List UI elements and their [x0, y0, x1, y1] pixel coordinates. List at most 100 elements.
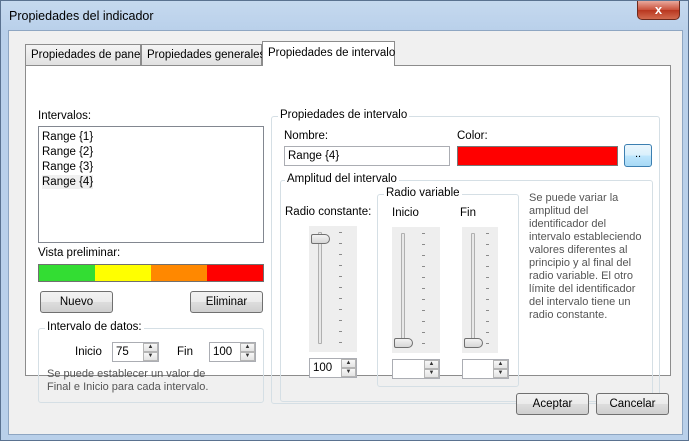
slider-tick — [486, 244, 489, 245]
list-item[interactable]: Range {2} — [42, 145, 93, 159]
preview-segment — [207, 265, 263, 281]
slider-tick — [486, 266, 489, 267]
slider-thumb[interactable] — [464, 338, 483, 348]
color-picker-button[interactable]: .. — [624, 144, 652, 167]
slider-tick — [339, 265, 342, 266]
color-swatch — [457, 146, 618, 166]
new-button[interactable]: Nuevo — [40, 291, 113, 313]
variable-end-stepper[interactable]: ▲ ▼ — [462, 359, 509, 379]
preview-color-bar — [38, 264, 264, 282]
slider-tick — [339, 232, 342, 233]
end-value: 100 — [213, 346, 233, 358]
amplitude-note-line: Se puede variar la — [529, 192, 619, 204]
variable-start-slider[interactable] — [392, 227, 440, 353]
spin-down-icon[interactable]: ▼ — [493, 369, 508, 378]
slider-thumb[interactable] — [394, 338, 413, 348]
constant-radius-stepper[interactable]: 100 ▲ ▼ — [309, 358, 357, 378]
list-item[interactable]: Range {1} — [42, 130, 93, 144]
list-item[interactable]: Range {3} — [42, 160, 93, 174]
name-input[interactable]: Range {4} — [284, 146, 450, 166]
slider-tick — [422, 277, 425, 278]
constant-radius-value: 100 — [313, 362, 333, 374]
slider-tick — [422, 343, 425, 344]
intervals-listbox[interactable]: Range {1} Range {2} Range {3} Range {4} — [38, 126, 264, 243]
slider-tick — [339, 320, 342, 321]
start-label: Inicio — [75, 346, 102, 358]
variable-start-stepper[interactable]: ▲ ▼ — [392, 359, 440, 379]
slider-tick — [486, 321, 489, 322]
slider-tick — [486, 310, 489, 311]
variable-end-slider[interactable] — [462, 227, 498, 353]
slider-tick — [339, 254, 342, 255]
tab-label: Propiedades de panel — [31, 49, 143, 61]
spin-down-icon[interactable]: ▼ — [240, 352, 255, 361]
end-value-stepper[interactable]: 100 ▲ ▼ — [209, 342, 256, 362]
cancel-button[interactable]: Cancelar — [596, 393, 669, 415]
spin-down-icon[interactable]: ▼ — [143, 352, 158, 361]
slider-tick — [339, 309, 342, 310]
spin-up-icon[interactable]: ▲ — [143, 343, 158, 352]
slider-tick — [339, 276, 342, 277]
slider-tick — [486, 343, 489, 344]
amplitude-note-line: principio y al final del — [529, 257, 632, 269]
preview-segment — [39, 265, 95, 281]
amplitude-note-line: amplitud del — [529, 205, 589, 217]
slider-tick — [422, 321, 425, 322]
amplitude-group: Amplitud del intervalo Radio constante: — [280, 173, 653, 402]
variable-radius-title: Radio variable — [384, 187, 462, 199]
tab-label: Propiedades generales — [147, 49, 266, 61]
list-item-selected[interactable]: Range {4} — [42, 175, 94, 189]
slider-tick — [422, 233, 425, 234]
amplitude-title: Amplitud del intervalo — [285, 173, 399, 185]
spin-up-icon[interactable]: ▲ — [493, 360, 508, 369]
slider-tick — [486, 299, 489, 300]
spin-down-icon[interactable]: ▼ — [341, 368, 356, 377]
slider-tick — [339, 331, 342, 332]
delete-button[interactable]: Eliminar — [190, 291, 263, 313]
slider-track — [471, 233, 475, 345]
slider-track — [318, 232, 322, 344]
tab-general-properties[interactable]: Propiedades generales — [141, 44, 266, 65]
spin-up-icon[interactable]: ▲ — [240, 343, 255, 352]
tab-interval-properties[interactable]: Propiedades de intervalo — [262, 41, 395, 66]
amplitude-note-line: límite del identificador — [529, 283, 636, 295]
accept-button[interactable]: Aceptar — [516, 393, 589, 415]
slider-tick — [486, 255, 489, 256]
slider-track — [401, 233, 405, 345]
slider-tick — [422, 255, 425, 256]
window-title: Propiedades del indicador — [9, 9, 154, 23]
preview-label: Vista preliminar: — [38, 247, 121, 259]
amplitude-note-line: identificador del — [529, 218, 607, 230]
preview-segment — [151, 265, 207, 281]
slider-tick — [486, 288, 489, 289]
spin-up-icon[interactable]: ▲ — [424, 360, 439, 369]
amplitude-note-line: radio constante. — [529, 309, 608, 321]
tab-panel-content: Intervalos: Range {1} Range {2} Range {3… — [25, 65, 671, 404]
slider-tick — [422, 310, 425, 311]
slider-thumb[interactable] — [311, 234, 330, 244]
slider-tick — [422, 266, 425, 267]
slider-tick — [339, 243, 342, 244]
tab-label: Propiedades de intervalo — [268, 47, 396, 59]
preview-segment — [95, 265, 151, 281]
spin-up-icon[interactable]: ▲ — [341, 359, 356, 368]
slider-tick — [486, 332, 489, 333]
constant-radius-slider[interactable] — [309, 226, 357, 352]
color-label: Color: — [457, 130, 488, 142]
data-interval-note-1: Se puede establecer un valor de — [47, 368, 206, 380]
amplitude-note-line: radio variable. El otro — [529, 270, 633, 282]
close-icon: x — [654, 2, 663, 17]
close-button[interactable]: x — [637, 1, 680, 20]
name-label: Nombre: — [284, 130, 329, 142]
data-interval-note-2: Final e Inicio para cada intervalo. — [47, 381, 209, 393]
variable-start-label: Inicio — [392, 207, 419, 219]
amplitude-note-line: valores diferentes al — [529, 244, 628, 256]
spin-down-icon[interactable]: ▼ — [424, 369, 439, 378]
start-value-stepper[interactable]: 75 ▲ ▼ — [112, 342, 159, 362]
interval-properties-title: Propiedades de intervalo — [278, 109, 410, 121]
variable-end-label: Fin — [460, 207, 476, 219]
interval-properties-group: Propiedades de intervalo Nombre: Range {… — [271, 109, 660, 404]
dialog-client: Propiedades de panel Propiedades general… — [8, 30, 683, 435]
slider-tick — [486, 233, 489, 234]
tab-panel-properties[interactable]: Propiedades de panel — [25, 44, 143, 65]
